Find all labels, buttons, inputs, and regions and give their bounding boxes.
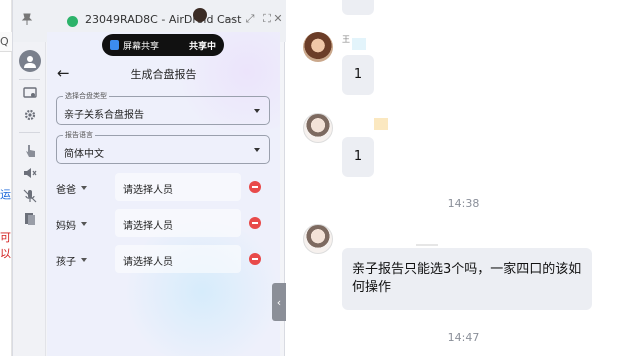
message-bubble: 1 <box>342 55 374 95</box>
timestamp: 14:38 <box>447 197 480 210</box>
chevron-down-icon[interactable] <box>81 222 87 226</box>
airdroid-window: 23049RAD8C - AirDroid Cast — ⤢ ⛶ ✕ 屏幕共享 … <box>12 0 286 356</box>
chat-panel: 王 1 1 14:38 亲子报告只能选3个吗，一家四口的该如何操作 14:47 <box>286 0 641 356</box>
airdroid-logo-icon <box>67 16 78 27</box>
blurred-name <box>352 38 366 50</box>
close-button[interactable]: ✕ <box>271 12 285 25</box>
role-row-child: 孩子 请选择人员 <box>47 245 280 273</box>
role-selector[interactable]: 妈妈 <box>56 217 76 232</box>
avatar[interactable] <box>303 32 333 62</box>
avatar[interactable] <box>303 224 333 254</box>
screen-icon[interactable] <box>19 82 40 103</box>
chevron-down-icon[interactable] <box>81 258 87 262</box>
window-title: 23049RAD8C - AirDroid Cast <box>85 13 242 26</box>
sidebar-divider <box>19 79 40 80</box>
avatar <box>193 8 207 22</box>
blurred-name <box>416 244 438 246</box>
background-app: Q 运 可以 <box>0 0 12 356</box>
message-bubble: 亲子报告只能选3个吗，一家四口的该如何操作 <box>342 248 592 310</box>
message-bubble-partial <box>342 0 374 15</box>
blurred-name <box>374 118 388 130</box>
remove-icon[interactable] <box>249 181 261 193</box>
report-language-select[interactable]: 报告语言 简体中文 <box>56 130 270 164</box>
role-selector[interactable]: 孩子 <box>56 253 76 268</box>
share-icon <box>110 40 119 50</box>
gear-icon[interactable] <box>19 104 40 125</box>
person-picker[interactable]: 请选择人员 <box>115 245 241 273</box>
sender-name: 王 <box>342 35 350 44</box>
sidebar-divider <box>19 132 40 133</box>
collapse-panel-button[interactable]: ‹ <box>272 283 286 321</box>
picker-placeholder: 请选择人员 <box>123 185 173 196</box>
avatar[interactable] <box>303 113 333 143</box>
field-value: 亲子关系合盘报告 <box>64 110 144 121</box>
chevron-down-icon <box>254 109 260 113</box>
person-picker[interactable]: 请选择人员 <box>115 209 241 237</box>
chevron-down-icon <box>254 148 260 152</box>
sidebar <box>13 42 46 356</box>
field-legend: 报告语言 <box>63 130 95 140</box>
screen-share-bar[interactable]: 屏幕共享 共享中 <box>102 34 224 56</box>
background-glow <box>117 222 280 356</box>
share-label: 屏幕共享 <box>123 41 160 52</box>
message-bubble: 1 <box>342 137 374 177</box>
background-red-text: 可以 <box>0 231 11 260</box>
person-picker[interactable]: 请选择人员 <box>115 173 241 201</box>
picker-placeholder: 请选择人员 <box>123 221 173 232</box>
pin-icon[interactable] <box>21 13 35 27</box>
touch-icon[interactable] <box>19 140 40 161</box>
share-status: 共享中 <box>188 41 216 52</box>
background-link-text[interactable]: 运 <box>0 186 11 202</box>
picker-placeholder: 请选择人员 <box>123 257 173 268</box>
field-value: 简体中文 <box>64 149 104 160</box>
field-legend: 选择合盘类型 <box>63 91 109 101</box>
files-icon[interactable] <box>19 208 40 229</box>
minimize-button[interactable]: — <box>223 12 237 25</box>
report-type-select[interactable]: 选择合盘类型 亲子关系合盘报告 <box>56 91 270 125</box>
page-title: 生成合盘报告 <box>130 68 197 81</box>
mic-muted-icon[interactable] <box>19 185 40 206</box>
speaker-muted-icon[interactable] <box>19 162 40 183</box>
screen-root: Q 运 可以 23049RAD8C - AirDroid Cast — ⤢ ⛶ … <box>0 0 641 356</box>
role-row-mother: 妈妈 请选择人员 <box>47 209 280 237</box>
role-selector[interactable]: 爸爸 <box>56 181 76 196</box>
search-icon[interactable]: Q <box>0 35 9 48</box>
remove-icon[interactable] <box>249 217 261 229</box>
timestamp: 14:47 <box>447 331 480 344</box>
page-header: ← 生成合盘报告 <box>47 62 280 86</box>
remove-icon[interactable] <box>249 253 261 265</box>
chevron-down-icon[interactable] <box>81 186 87 190</box>
role-row-father: 爸爸 请选择人员 <box>47 173 280 201</box>
account-avatar-icon[interactable] <box>19 50 41 72</box>
phone-screen[interactable]: 屏幕共享 共享中 ← 生成合盘报告 选择合盘类型 亲子关系合盘报告 报告语言 简… <box>47 32 280 356</box>
expand-button[interactable]: ⤢ <box>243 12 257 26</box>
